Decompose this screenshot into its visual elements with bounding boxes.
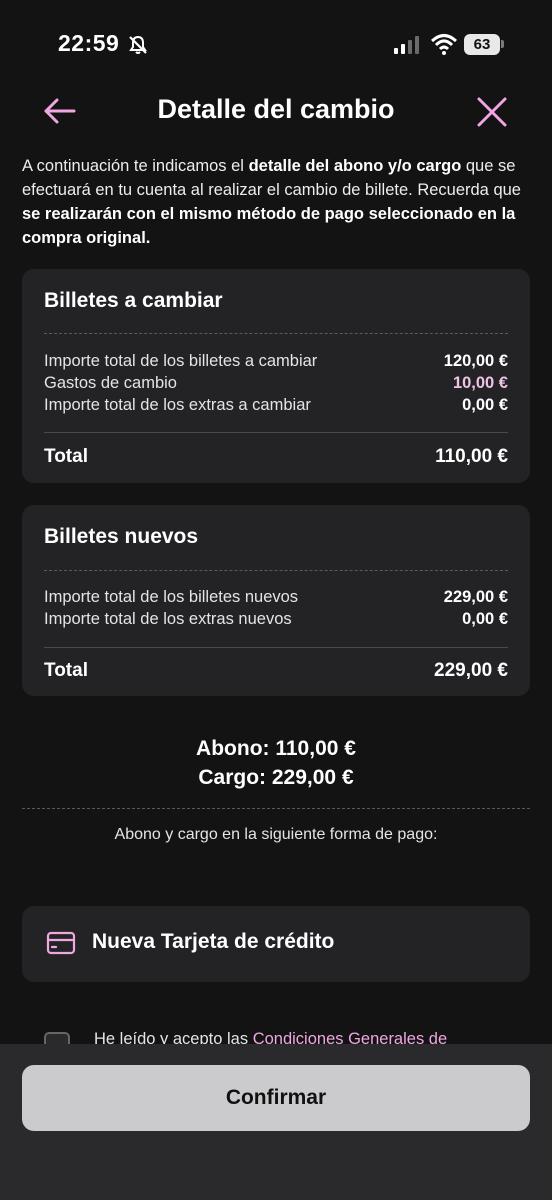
row-label: Importe total de los billetes a cambiar [44, 352, 318, 370]
row-value: 120,00 € [443, 352, 508, 370]
total-value: 110,00 € [435, 446, 508, 467]
intro-bold-2: se realizarán con el mismo método de pag… [22, 205, 516, 247]
new-tickets-row: Importe total de los billetes nuevos 229… [44, 588, 508, 607]
intro-bold-1: detalle del abono y/o cargo [248, 157, 462, 175]
payment-method-card[interactable]: Nueva Tarjeta de crédito [22, 906, 530, 982]
abono-summary: Abono: 110,00 € [196, 737, 356, 760]
row-value: 0,00 € [462, 610, 508, 628]
signal-icon [394, 36, 419, 54]
old-tickets-card: Billetes a cambiar Importe total de los … [22, 269, 530, 483]
battery-tip [501, 40, 504, 48]
status-time: 22:59 [58, 30, 120, 56]
row-value: 0,00 € [462, 396, 508, 414]
row-label: Gastos de cambio [44, 374, 177, 392]
total-label: Total [44, 660, 88, 681]
dashed-divider [44, 570, 508, 571]
row-value: 10,00 € [452, 374, 508, 392]
row-label: Importe total de los extras nuevos [44, 610, 292, 628]
old-tickets-row: Importe total de los billetes a cambiar … [44, 352, 508, 371]
new-tickets-card: Billetes nuevos Importe total de los bil… [22, 505, 530, 696]
header: Detalle del cambio [0, 82, 552, 142]
new-tickets-row: Importe total de los extras nuevos 0,00 … [44, 610, 508, 629]
wifi-icon [431, 34, 457, 55]
row-label: Importe total de los billetes nuevos [44, 588, 299, 606]
new-tickets-total: Total 229,00 € [44, 660, 508, 682]
old-tickets-row: Gastos de cambio 10,00 € [44, 374, 508, 393]
old-tickets-title: Billetes a cambiar [44, 289, 223, 312]
cargo-summary: Cargo: 229,00 € [198, 766, 354, 789]
intro-part-1: A continuación te indicamos el [22, 157, 249, 175]
total-value: 229,00 € [434, 660, 508, 681]
bell-muted-icon [129, 35, 147, 54]
close-icon[interactable] [472, 92, 512, 132]
page-title: Detalle del cambio [157, 94, 395, 124]
old-tickets-row: Importe total de los extras a cambiar 0,… [44, 396, 508, 415]
solid-divider [44, 647, 508, 648]
new-tickets-title: Billetes nuevos [44, 525, 199, 548]
solid-divider [44, 432, 508, 433]
intro-text: A continuación te indicamos el detalle d… [22, 154, 534, 250]
confirm-button[interactable]: Confirmar [22, 1065, 530, 1131]
status-bar: 22:59 63 [0, 0, 552, 90]
dashed-divider [44, 333, 508, 334]
row-label: Importe total de los extras a cambiar [44, 396, 311, 414]
row-value: 229,00 € [443, 588, 508, 606]
total-label: Total [44, 446, 88, 467]
payment-method-label: Nueva Tarjeta de crédito [92, 930, 335, 953]
payment-info-text: Abono y cargo en la siguiente forma de p… [114, 826, 438, 843]
dashed-divider [22, 808, 530, 809]
battery-icon: 63 [464, 34, 500, 55]
old-tickets-total: Total 110,00 € [44, 446, 508, 468]
credit-card-icon [46, 931, 76, 955]
